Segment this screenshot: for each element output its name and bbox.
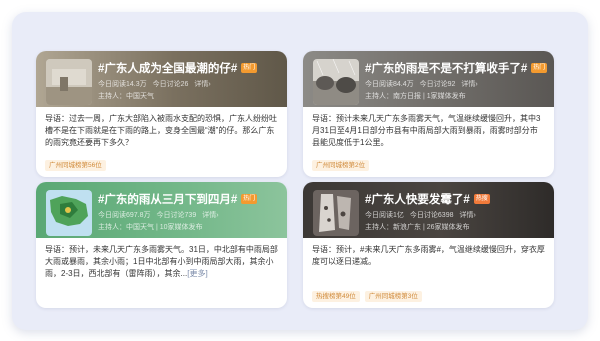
details-link[interactable]: 详情 — [459, 212, 473, 219]
details-link[interactable]: 详情 — [194, 81, 208, 88]
rank-badges: 广州同城榜第56位 — [45, 160, 106, 171]
card-header: #广东人快要发霉了# 热搜 今日阅读1亿 今日讨论6398 详情› 主持人：新浪广东 … — [303, 182, 554, 238]
reads-count: 今日阅读14.3万 — [98, 81, 147, 88]
topic-summary: 导语：过去一周，广东大部陷入被雨水支配的恐惧，广东人纷纷吐槽不是在下雨就是在下雨… — [36, 107, 287, 149]
topic-host: 主持人：南方日报 | 1家媒体发布 — [365, 93, 466, 100]
discussions-count: 今日讨论92 — [419, 81, 456, 88]
summary-text: 导语：过去一周，广东大部陷入被雨水支配的恐惧，广东人纷纷吐槽不是在下雨就是在下雨… — [45, 114, 277, 147]
hot-tag: 热门 — [241, 194, 258, 204]
rank-badges: 广州同城榜第2位 — [312, 160, 370, 171]
topic-card[interactable]: #广东的雨从三月下到四月# 热门 今日阅读697.8万 今日讨论739 详情› 主持人… — [36, 182, 287, 308]
chevron-right-icon: › — [216, 212, 219, 219]
rank-badge[interactable]: 广州同城榜第2位 — [312, 160, 370, 171]
details-link[interactable]: 详情 — [461, 81, 475, 88]
hot-tag: 热搜 — [473, 194, 490, 204]
topics-panel: #广东人成为全国最潮的仔# 热门 今日阅读14.3万 今日讨论26 详情› 主持人：中… — [12, 12, 588, 330]
reads-count: 今日阅读84.4万 — [365, 81, 414, 88]
topic-summary: 导语：预计，#未来几天广东多雨雾#，气温继续缓慢回升，穿衣厚度可以逐日递减。 — [303, 238, 554, 268]
hot-tag: 热门 — [531, 63, 548, 73]
topic-card[interactable]: #广东人成为全国最潮的仔# 热门 今日阅读14.3万 今日讨论26 详情› 主持人：中… — [36, 51, 287, 177]
topic-card[interactable]: #广东的雨是不是不打算收手了# 热门 今日阅读84.4万 今日讨论92 详情› 主持人… — [303, 51, 554, 177]
topic-thumbnail — [313, 190, 359, 236]
topic-summary: 导语：预计，未来几天广东多雨雾天气。31日，中北部有中雨局部大雨或暴雨，其余小雨… — [36, 238, 287, 280]
chevron-right-icon: › — [475, 81, 478, 88]
topic-title[interactable]: #广东人快要发霉了# — [365, 191, 470, 207]
rank-badge[interactable]: 广州同城榜第3位 — [364, 291, 422, 302]
card-header: #广东人成为全国最潮的仔# 热门 今日阅读14.3万 今日讨论26 详情› 主持人：中… — [36, 51, 287, 107]
topic-summary: 导语：预计未来几天广东多雨雾天气，气温继续缓慢回升，其中3月31日至4月1日部分… — [303, 107, 554, 149]
topic-title[interactable]: #广东人成为全国最潮的仔# — [98, 60, 237, 76]
details-link[interactable]: 详情 — [202, 212, 216, 219]
topic-thumbnail — [46, 190, 92, 236]
topic-stats: 今日阅读84.4万 今日讨论92 详情› — [365, 79, 554, 91]
reads-count: 今日阅读1亿 — [365, 212, 404, 219]
topic-title[interactable]: #广东的雨从三月下到四月# — [98, 191, 237, 207]
topic-host: 主持人：中国天气 | 10家媒体发布 — [98, 224, 203, 231]
chevron-right-icon: › — [208, 81, 211, 88]
topic-thumbnail — [46, 59, 92, 105]
hot-tag: 热门 — [241, 63, 258, 73]
summary-text: 导语：预计，未来几天广东多雨雾天气。31日，中北部有中雨局部大雨或暴雨，其余小雨… — [45, 245, 278, 278]
rank-badge[interactable]: 广州同城榜第56位 — [45, 160, 106, 171]
topic-stats: 今日阅读1亿 今日讨论6398 详情› — [365, 210, 554, 222]
discussions-count: 今日讨论26 — [152, 81, 189, 88]
discussions-count: 今日讨论6398 — [409, 212, 454, 219]
card-header: #广东的雨从三月下到四月# 热门 今日阅读697.8万 今日讨论739 详情› 主持人… — [36, 182, 287, 238]
more-link[interactable]: [更多] — [187, 269, 207, 278]
topic-stats: 今日阅读697.8万 今日讨论739 详情› — [98, 210, 287, 222]
summary-text: 导语：预计未来几天广东多雨雾天气，气温继续缓慢回升，其中3月31日至4月1日部分… — [312, 114, 541, 147]
topic-card[interactable]: #广东人快要发霉了# 热搜 今日阅读1亿 今日讨论6398 详情› 主持人：新浪广东 … — [303, 182, 554, 308]
rank-badge[interactable]: 热搜榜第49位 — [312, 291, 360, 302]
discussions-count: 今日讨论739 — [156, 212, 197, 219]
reads-count: 今日阅读697.8万 — [98, 212, 151, 219]
topic-thumbnail — [313, 59, 359, 105]
chevron-right-icon: › — [473, 212, 476, 219]
topic-title[interactable]: #广东的雨是不是不打算收手了# — [365, 60, 527, 76]
summary-text: 导语：预计，#未来几天广东多雨雾#，气温继续缓慢回升，穿衣厚度可以逐日递减。 — [312, 245, 545, 266]
topic-host: 主持人：新浪广东 | 26家媒体发布 — [365, 224, 470, 231]
topic-stats: 今日阅读14.3万 今日讨论26 详情› — [98, 79, 287, 91]
topic-host: 主持人：中国天气 — [98, 93, 154, 100]
rank-badges: 热搜榜第49位 广州同城榜第3位 — [312, 291, 422, 302]
card-header: #广东的雨是不是不打算收手了# 热门 今日阅读84.4万 今日讨论92 详情› 主持人… — [303, 51, 554, 107]
